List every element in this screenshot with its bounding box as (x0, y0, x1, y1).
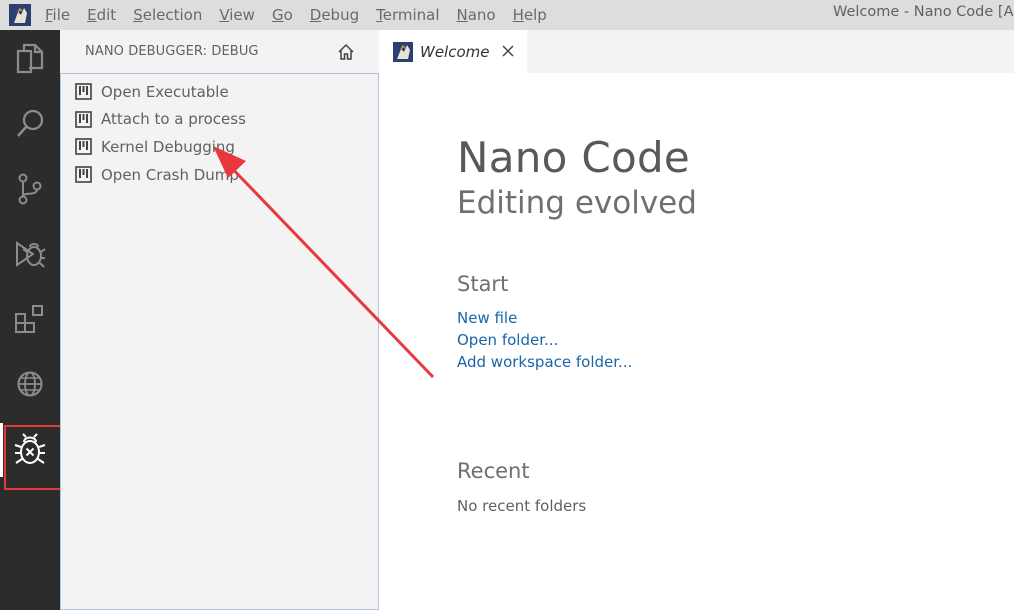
action-item-icon (75, 166, 92, 183)
list-item-label: Open Crash Dump (101, 165, 239, 184)
home-icon[interactable] (336, 42, 356, 62)
debug-actions-panel: Open Executable Attach to a process Kern… (60, 73, 379, 610)
menu-bar: File Edit Selection View Go Debug Termin… (45, 0, 564, 30)
nano-debugger-icon[interactable] (13, 433, 47, 467)
activity-bar (0, 30, 60, 610)
menu-view[interactable]: View (219, 0, 255, 30)
list-item-open-executable[interactable]: Open Executable (75, 78, 246, 106)
list-item-kernel-debugging[interactable]: Kernel Debugging (75, 133, 246, 161)
sidebar-header: NANO DEBUGGER: DEBUG (60, 30, 379, 73)
menu-terminal[interactable]: Terminal (376, 0, 439, 30)
action-item-icon (75, 83, 92, 101)
list-item-attach-process[interactable]: Attach to a process (75, 106, 246, 134)
menu-file[interactable]: File (45, 0, 70, 30)
menu-selection[interactable]: Selection (133, 0, 202, 30)
add-workspace-folder-link[interactable]: Add workspace folder... (457, 353, 632, 371)
recent-empty-text: No recent folders (457, 497, 587, 515)
tab-label: Welcome (420, 42, 490, 61)
tab-welcome[interactable]: Welcome (379, 30, 527, 73)
action-item-icon (75, 111, 92, 128)
source-control-icon[interactable] (13, 172, 47, 206)
new-file-link[interactable]: New file (457, 309, 517, 327)
window-title: Welcome - Nano Code [Adr (833, 4, 1014, 20)
globe-icon[interactable] (13, 367, 47, 401)
extensions-icon[interactable] (13, 302, 47, 336)
welcome-page: Nano Code Editing evolved Start New file… (379, 73, 1014, 610)
app-logo-icon (393, 41, 413, 62)
debug-actions-list: Open Executable Attach to a process Kern… (75, 78, 246, 188)
action-item-icon (75, 138, 92, 156)
list-item-label: Attach to a process (101, 110, 246, 129)
title-bar: File Edit Selection View Go Debug Termin… (0, 0, 1014, 30)
debug-icon[interactable] (13, 237, 47, 271)
open-folder-link[interactable]: Open folder... (457, 331, 558, 349)
recent-heading: Recent (457, 459, 530, 483)
menu-edit[interactable]: Edit (87, 0, 116, 30)
sidebar-title: NANO DEBUGGER: DEBUG (85, 44, 259, 59)
menu-nano[interactable]: Nano (457, 0, 496, 30)
menu-help[interactable]: Help (513, 0, 547, 30)
welcome-subtitle: Editing evolved (457, 185, 697, 221)
explorer-icon[interactable] (13, 42, 47, 76)
list-item-label: Open Executable (101, 82, 229, 101)
welcome-title: Nano Code (457, 133, 691, 182)
sidebar: NANO DEBUGGER: DEBUG Open Executable Att… (60, 30, 379, 610)
app-logo-icon (9, 4, 31, 26)
active-indicator (0, 423, 3, 477)
close-icon[interactable] (500, 43, 516, 59)
list-item-label: Kernel Debugging (101, 137, 235, 156)
menu-debug[interactable]: Debug (310, 0, 359, 30)
list-item-open-crash-dump[interactable]: Open Crash Dump (75, 161, 246, 189)
start-heading: Start (457, 272, 509, 296)
search-icon[interactable] (13, 107, 47, 141)
menu-go[interactable]: Go (272, 0, 293, 30)
editor-tab-bar: Welcome (379, 30, 1014, 73)
